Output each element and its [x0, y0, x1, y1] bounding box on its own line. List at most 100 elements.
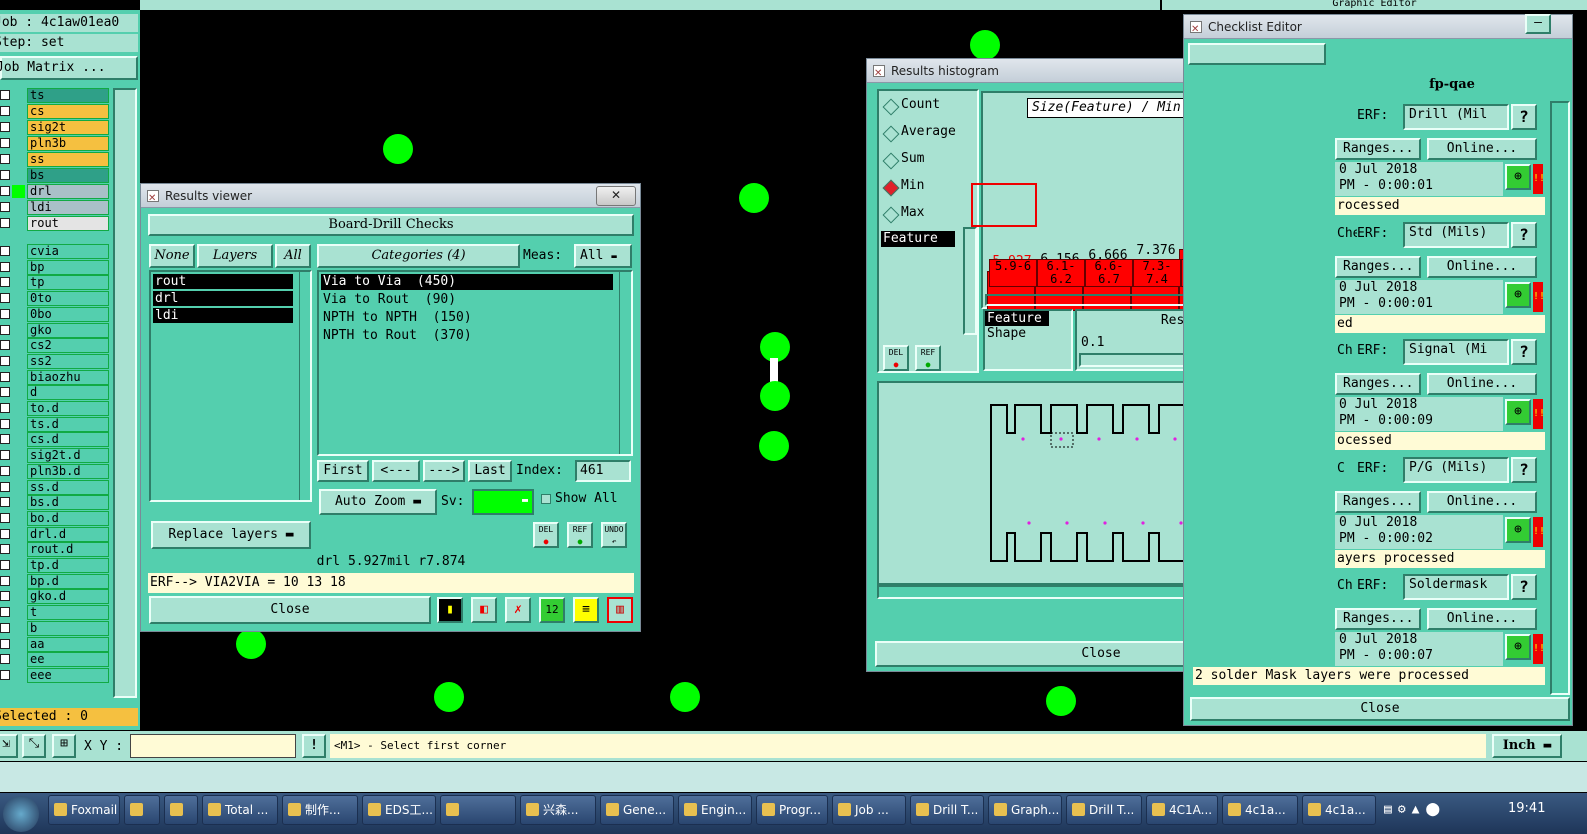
taskbar-item[interactable]: 4C1A...: [1146, 795, 1218, 825]
layer-color-swatch[interactable]: [12, 185, 25, 198]
layer-checkbox[interactable]: [0, 560, 10, 570]
layer-row[interactable]: drl.d: [0, 526, 112, 542]
layer-checkbox[interactable]: [0, 434, 10, 445]
layer-checkbox[interactable]: [0, 403, 10, 413]
layer-checkbox[interactable]: [0, 138, 10, 148]
category-item[interactable]: NPTH to Rout (370): [321, 328, 613, 344]
layer-checkbox[interactable]: [0, 324, 10, 335]
alert-icon[interactable]: !!: [1533, 399, 1545, 429]
layer-checkbox[interactable]: [0, 371, 10, 382]
zoom-in-icon[interactable]: ⊕: [1505, 634, 1531, 660]
help-button[interactable]: ?: [1511, 221, 1537, 248]
online-button[interactable]: Online...: [1427, 255, 1537, 278]
last-button[interactable]: Last: [468, 460, 512, 482]
feature-scrollbar[interactable]: [963, 227, 977, 335]
layer-row[interactable]: bp.d: [0, 573, 112, 589]
taskbar-item[interactable]: 4c1a...: [1302, 795, 1376, 825]
meas-dropdown[interactable]: All ▬: [574, 244, 632, 268]
layer-row[interactable]: pln3b: [0, 136, 112, 151]
all-layers-button[interactable]: All: [275, 244, 311, 268]
layer-row[interactable]: bo.d: [0, 510, 112, 526]
ranges-button[interactable]: Ranges...: [1335, 255, 1421, 278]
taskbar-item[interactable]: 4c1a...: [1222, 795, 1298, 825]
layer-row[interactable]: bs.d: [0, 495, 112, 511]
layer-row[interactable]: tp.d: [0, 558, 112, 573]
layer-row[interactable]: biaozhu: [0, 369, 112, 385]
online-button[interactable]: Online...: [1427, 608, 1537, 630]
taskbar-item[interactable]: Job ...: [832, 795, 906, 825]
categories-button[interactable]: Categories (4): [317, 244, 520, 268]
taskbar-item[interactable]: 制作...: [282, 795, 358, 825]
feature-shape-list[interactable]: Feature Shape: [983, 309, 1073, 371]
layer-row[interactable]: pln3b.d: [0, 463, 112, 479]
layer-checkbox[interactable]: [0, 465, 10, 476]
layer-checkbox[interactable]: [0, 497, 10, 508]
replace-layers-dropdown[interactable]: Replace layers ▬: [151, 521, 311, 549]
erf-dropdown[interactable]: Signal (Mi: [1403, 339, 1509, 365]
next-button[interactable]: --->: [423, 460, 465, 482]
layer-row[interactable]: ts: [0, 88, 112, 103]
layer-row[interactable]: drl: [0, 184, 112, 199]
layer-checkbox[interactable]: [0, 638, 10, 649]
taskbar-item[interactable]: [164, 795, 198, 825]
layer-checkbox[interactable]: [0, 512, 10, 523]
layer-row[interactable]: gko.d: [0, 589, 112, 605]
stat-option-count[interactable]: Count: [881, 97, 977, 116]
layer-row[interactable]: rout.d: [0, 542, 112, 558]
ranges-button[interactable]: Ranges...: [1335, 373, 1421, 395]
layer-row[interactable]: cs: [0, 104, 112, 119]
taskbar-item[interactable]: Progr...: [756, 795, 828, 825]
layer-checkbox[interactable]: [0, 387, 10, 398]
radio-icon[interactable]: [882, 206, 900, 224]
layer-checkbox[interactable]: [0, 202, 10, 212]
layer-list-item[interactable]: drl: [153, 291, 293, 306]
job-matrix-button[interactable]: Job Matrix ...: [0, 56, 138, 80]
layer-checkbox[interactable]: [0, 450, 10, 461]
layer-checkbox[interactable]: [0, 575, 10, 586]
radio-icon[interactable]: [882, 98, 900, 116]
category-item[interactable]: Via to Rout (90): [321, 292, 613, 308]
layer-row[interactable]: gko: [0, 322, 112, 338]
undo-button[interactable]: UNDO ↶: [601, 522, 627, 548]
layer-checkbox[interactable]: [0, 607, 10, 618]
taskbar-item[interactable]: [124, 795, 160, 825]
delete-tool-icon[interactable]: ✗: [505, 597, 531, 623]
online-button[interactable]: Online...: [1427, 490, 1537, 513]
taskbar-item[interactable]: Gene...: [600, 795, 674, 825]
taskbar-item[interactable]: EDS工...: [362, 795, 436, 825]
layer-list-scrollbar[interactable]: [113, 88, 137, 698]
stat-option-sum[interactable]: Sum: [881, 151, 977, 170]
taskbar-item[interactable]: Total ...: [202, 795, 278, 825]
ranges-button[interactable]: Ranges...: [1335, 138, 1421, 160]
grid-icon[interactable]: ⊞: [52, 734, 76, 758]
layer-row[interactable]: bs: [0, 168, 112, 183]
layer-row[interactable]: cs2: [0, 338, 112, 354]
none-button[interactable]: None: [149, 244, 195, 268]
layer-checkbox[interactable]: [0, 591, 10, 602]
layer-checkbox[interactable]: [0, 186, 10, 196]
feature-selector[interactable]: Feature: [881, 231, 955, 247]
layer-row[interactable]: t: [0, 605, 112, 621]
category-item[interactable]: NPTH to NPTH (150): [321, 310, 613, 326]
layer-checkbox[interactable]: [0, 293, 10, 304]
checklist-menubar[interactable]: [1188, 43, 1326, 65]
help-button[interactable]: ?: [1511, 574, 1537, 600]
ranges-button[interactable]: Ranges...: [1335, 490, 1421, 513]
index-input[interactable]: 461: [575, 460, 631, 482]
checklist-close-button[interactable]: Close: [1190, 697, 1570, 721]
checklist-scrollbar[interactable]: [1550, 101, 1570, 695]
taskbar-item[interactable]: Foxmail: [48, 795, 120, 825]
list-tool-icon[interactable]: ≡: [573, 597, 599, 623]
ranges-button[interactable]: Ranges...: [1335, 608, 1421, 630]
erf-dropdown[interactable]: P/G (Mils): [1403, 456, 1509, 483]
categories-scrollbar[interactable]: [619, 272, 632, 454]
radio-icon[interactable]: [882, 179, 900, 197]
layer-checkbox[interactable]: [0, 106, 10, 116]
stat-option-max[interactable]: Max: [881, 205, 977, 224]
layer-checkbox[interactable]: [0, 308, 10, 319]
layer-row[interactable]: bp: [0, 259, 112, 275]
layer-row[interactable]: aa: [0, 636, 112, 652]
layer-row[interactable]: ts.d: [0, 416, 112, 432]
categories-listbox[interactable]: Via to Via (450) Via to Rout (90) NPTH to …: [317, 270, 633, 456]
layer-checkbox[interactable]: [0, 418, 10, 429]
